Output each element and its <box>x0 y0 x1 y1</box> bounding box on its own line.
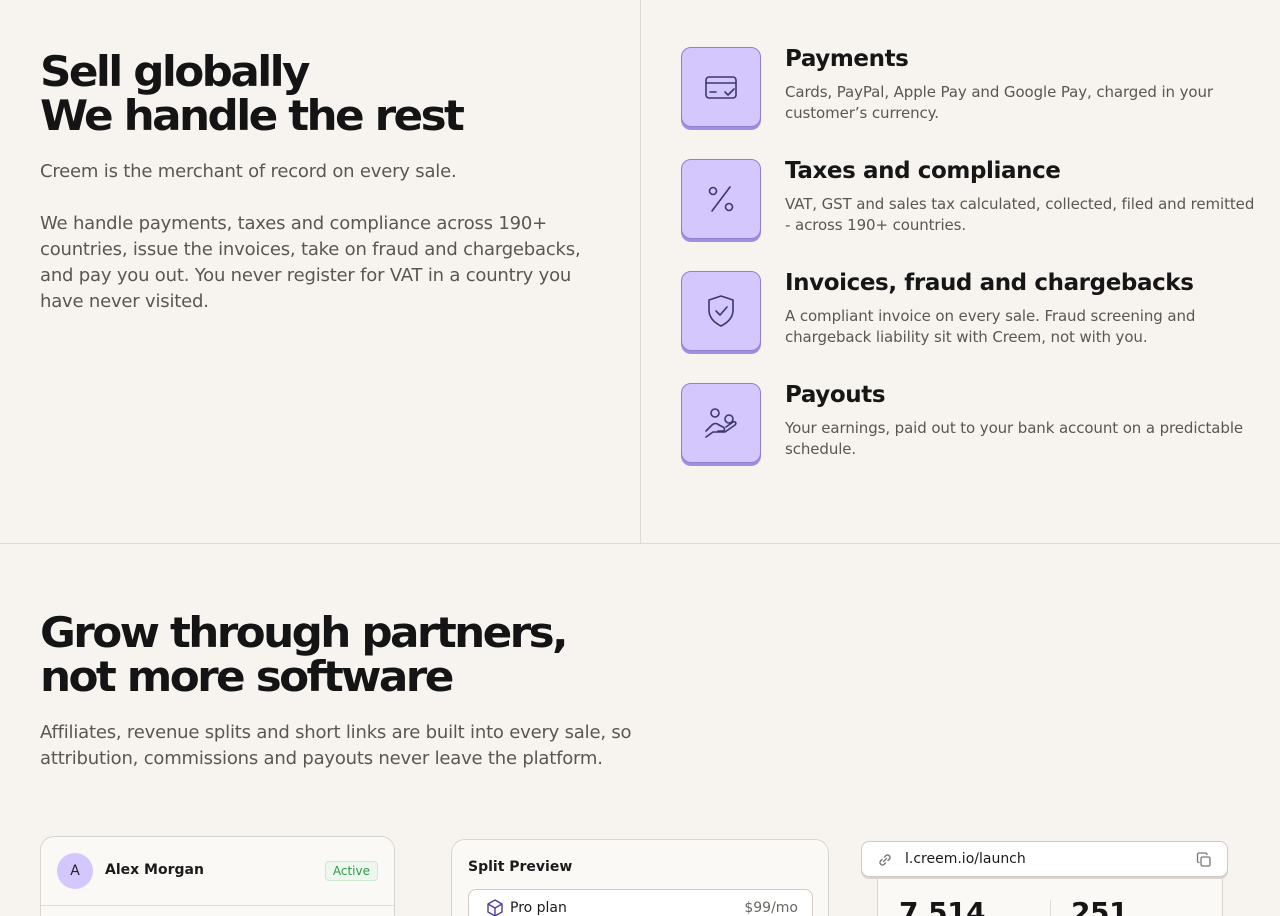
feature-title: Invoices, fraud and chargebacks <box>785 270 1194 296</box>
affiliate-name: Alex Morgan <box>105 862 204 878</box>
feature-payouts: Payouts Your earnings, paid out to your … <box>681 382 1251 465</box>
hand-coins-icon <box>681 383 761 463</box>
split-preview-title: Split Preview <box>468 859 573 875</box>
short-link-url: l.creem.io/launch <box>905 851 1026 867</box>
partners-title-line2: not more software <box>40 652 454 701</box>
plan-row[interactable]: Pro plan $99/mo <box>468 889 813 916</box>
short-link-bar[interactable]: l.creem.io/launch <box>861 841 1228 877</box>
hero-title: Sell globally We handle the rest <box>40 50 465 138</box>
status-badge: Active <box>324 861 378 881</box>
credit-card-icon <box>681 47 761 127</box>
partners-lead: Affiliates, revenue splits and short lin… <box>40 722 632 769</box>
stat-divider <box>1050 900 1051 916</box>
feature-desc: A compliant invoice on every sale. Fraud… <box>785 307 1196 346</box>
feature-taxes: Taxes and compliance VAT, GST and sales … <box>681 158 1254 241</box>
card-divider <box>41 905 394 906</box>
cube-icon <box>487 899 503 916</box>
partners-title: Grow through partners, not more software <box>40 611 569 699</box>
percent-icon <box>681 159 761 239</box>
copy-icon[interactable] <box>1195 851 1213 869</box>
stat-conversions: 251 <box>1071 896 1128 916</box>
plan-name: Pro plan <box>510 900 567 916</box>
hero-lead-2: We handle payments, taxes and compliance… <box>40 213 581 312</box>
plan-price: $99/mo <box>744 900 798 916</box>
feature-title: Payouts <box>785 382 886 408</box>
avatar: A <box>57 853 93 889</box>
split-preview-card: Split Preview Pro plan $99/mo <box>451 839 829 916</box>
feature-invoices: Invoices, fraud and chargebacks A compli… <box>681 270 1251 353</box>
feature-desc: Cards, PayPal, Apple Pay and Google Pay,… <box>785 83 1213 122</box>
feature-title: Taxes and compliance <box>785 158 1061 184</box>
feature-desc: Your earnings, paid out to your bank acc… <box>785 419 1244 458</box>
merchant-of-record-section: Sell globally We handle the rest Creem i… <box>0 0 1280 544</box>
shield-check-icon <box>681 271 761 351</box>
feature-desc: VAT, GST and sales tax calculated, colle… <box>785 195 1255 234</box>
affiliate-card: A Alex Morgan Active <box>40 836 395 916</box>
hero-lead-1: Creem is the merchant of record on every… <box>40 161 457 182</box>
feature-title: Payments <box>785 46 909 72</box>
stat-clicks: 7,514 <box>899 896 986 916</box>
partners-title-line1: Grow through partners, <box>40 608 569 657</box>
link-icon <box>879 854 891 866</box>
hero-title-line1: Sell globally <box>40 47 310 96</box>
feature-payments: Payments Cards, PayPal, Apple Pay and Go… <box>681 46 1251 129</box>
hero-title-line2: We handle the rest <box>40 91 465 140</box>
section-divider <box>640 0 641 543</box>
